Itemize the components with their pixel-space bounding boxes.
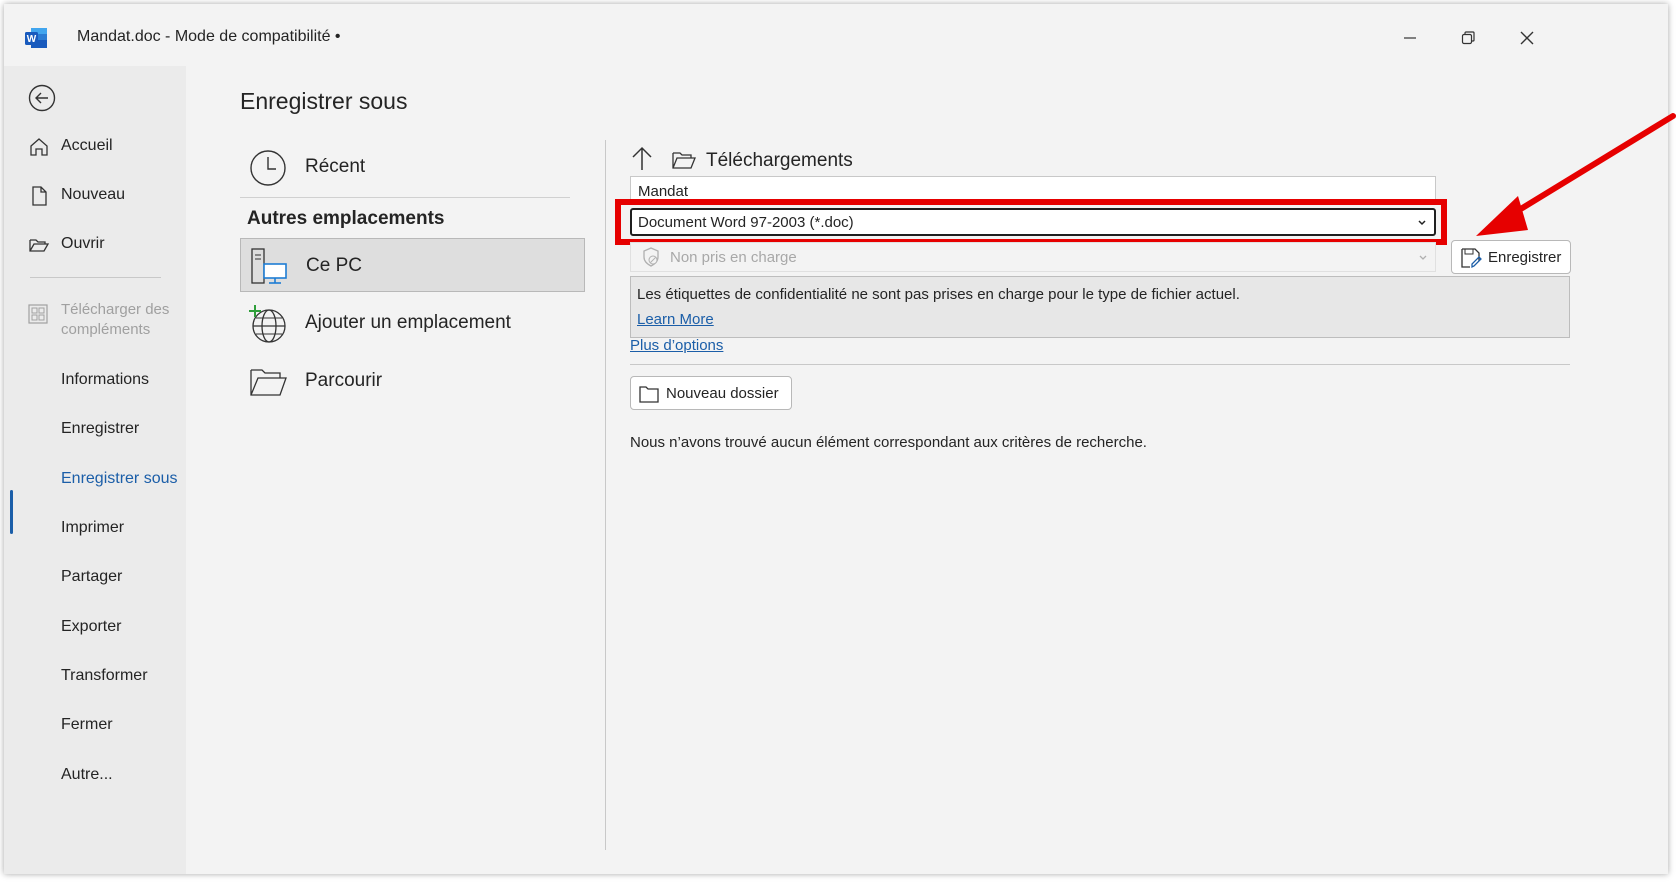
sensitivity-info-box: Les étiquettes de confidentialité ne son… — [630, 276, 1570, 338]
nav-enregistrer[interactable]: Enregistrer — [4, 409, 186, 449]
word-icon: W — [24, 26, 48, 50]
section-divider — [630, 364, 1570, 365]
close-icon — [1520, 31, 1534, 45]
minimize-icon — [1404, 37, 1416, 39]
new-folder-label: Nouveau dossier — [666, 385, 779, 402]
pc-icon — [251, 248, 287, 284]
nav-label: Ouvrir — [61, 235, 105, 252]
more-options-link[interactable]: Plus d’options — [630, 337, 723, 354]
nav-label: Exporter — [61, 618, 122, 635]
back-button[interactable] — [26, 82, 58, 114]
sensitivity-select: Non pris en charge — [630, 242, 1436, 272]
path-label[interactable]: Téléchargements — [706, 150, 853, 172]
clock-icon — [250, 150, 286, 186]
nav-label: Enregistrer — [61, 420, 140, 437]
save-edit-icon — [1461, 248, 1482, 269]
nav-label: Fermer — [61, 716, 113, 733]
word-window: W Mandat.doc - Mode de compatibilité • A… — [4, 4, 1668, 874]
nav-divider — [30, 277, 161, 278]
nav-label: Nouveau — [61, 186, 126, 203]
nav-addins: Télécharger des compléments — [4, 300, 186, 348]
nav-ouvrir[interactable]: Ouvrir — [4, 224, 186, 264]
home-icon — [30, 138, 48, 156]
annotation-arrow-icon — [1476, 113, 1676, 236]
location-add[interactable]: Ajouter un emplacement — [240, 296, 585, 350]
shield-blocked-icon — [643, 247, 659, 267]
nav-autre[interactable]: Autre... — [4, 755, 186, 795]
nav-label: Autre... — [61, 766, 113, 783]
chevron-down-icon — [1419, 255, 1427, 260]
restore-button[interactable] — [1448, 20, 1488, 56]
addins-grid-icon — [28, 304, 48, 324]
location-label: Ce PC — [306, 255, 362, 276]
window-title: Mandat.doc - Mode de compatibilité • — [77, 28, 341, 45]
nav-exporter[interactable]: Exporter — [4, 607, 186, 647]
nav-transformer[interactable]: Transformer — [4, 656, 186, 696]
nav-label: Transformer — [61, 667, 148, 684]
location-label: Parcourir — [305, 370, 383, 391]
globe-add-icon — [249, 305, 286, 343]
nav-imprimer[interactable]: Imprimer — [4, 508, 186, 548]
nav-accueil[interactable]: Accueil — [4, 126, 186, 166]
save-button-label: Enregistrer — [1488, 249, 1562, 266]
highlight-box — [615, 199, 1447, 245]
nav-label: Partager — [61, 568, 123, 585]
folder-icon — [672, 152, 696, 169]
sensitivity-value: Non pris en charge — [670, 249, 797, 266]
nav-fermer[interactable]: Fermer — [4, 705, 186, 745]
nav-informations[interactable]: Informations — [4, 360, 186, 400]
empty-results-message: Nous n’avons trouvé aucun élément corres… — [630, 434, 1147, 451]
nav-label: Télécharger des compléments — [61, 301, 170, 338]
back-arrow-icon — [28, 84, 56, 112]
nav-nouveau[interactable]: Nouveau — [4, 175, 186, 215]
close-button[interactable] — [1507, 20, 1547, 56]
nav-partager[interactable]: Partager — [4, 557, 186, 597]
restore-icon — [1461, 31, 1475, 45]
location-label: Récent — [305, 156, 366, 177]
folder-open-icon — [250, 369, 287, 396]
page-title: Enregistrer sous — [240, 88, 408, 114]
up-arrow-icon[interactable] — [630, 146, 654, 172]
nav-label: Informations — [61, 371, 150, 388]
other-locations-heading: Autres emplacements — [247, 208, 445, 229]
title-bar: W Mandat.doc - Mode de compatibilité • — [4, 4, 1668, 66]
nav-label: Enregistrer sous — [61, 470, 178, 487]
location-parcourir[interactable]: Parcourir — [240, 354, 585, 408]
location-ce-pc[interactable]: Ce PC — [240, 238, 585, 292]
folder-icon — [639, 386, 659, 403]
nav-label: Imprimer — [61, 519, 125, 536]
svg-text:W: W — [27, 34, 37, 45]
open-folder-icon — [29, 239, 50, 252]
minimize-button[interactable] — [1390, 20, 1430, 56]
nav-enregistrer-sous[interactable]: Enregistrer sous — [4, 459, 186, 499]
info-message: Les étiquettes de confidentialité ne son… — [637, 286, 1240, 303]
nav-label: Accueil — [61, 137, 113, 154]
learn-more-link[interactable]: Learn More — [637, 311, 714, 328]
location-divider — [240, 197, 570, 198]
backstage-sidebar: Accueil Nouveau Ouvrir Télécharger des c… — [4, 66, 186, 874]
location-recent[interactable]: Récent — [240, 140, 585, 194]
pane-divider — [605, 140, 606, 850]
location-label: Ajouter un emplacement — [305, 312, 511, 333]
new-folder-button[interactable]: Nouveau dossier — [630, 376, 792, 410]
new-document-icon — [32, 186, 47, 206]
save-as-pane: Enregistrer sous Récent Autres emplaceme… — [186, 66, 1668, 874]
